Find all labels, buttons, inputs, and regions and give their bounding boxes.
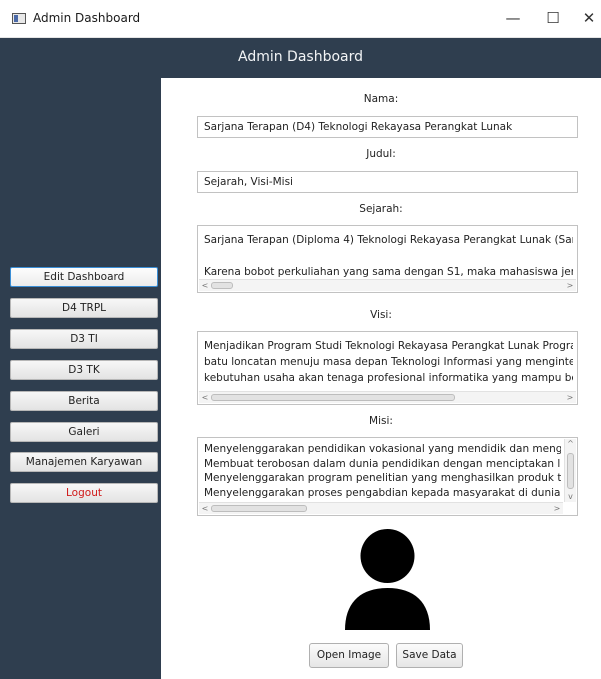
text-line: kebutuhan usaha akan tenaga profesional … xyxy=(204,372,573,384)
nama-label: Nama: xyxy=(363,93,399,105)
visi-textarea[interactable]: Menjadikan Program Studi Teknologi Rekay… xyxy=(197,331,578,405)
save-data-button[interactable]: Save Data xyxy=(396,643,463,668)
sejarah-label: Sejarah: xyxy=(359,203,403,215)
horizontal-scrollbar[interactable]: < > xyxy=(199,502,563,514)
sidebar-item-logout[interactable]: Logout xyxy=(10,483,158,503)
scroll-right-icon[interactable]: > xyxy=(565,392,575,403)
visi-text: Menjadikan Program Studi Teknologi Rekay… xyxy=(204,338,573,386)
sejarah-text: Sarjana Terapan (Diploma 4) Teknologi Re… xyxy=(204,232,573,280)
text-line: Menjadikan Program Studi Teknologi Rekay… xyxy=(204,340,573,352)
nama-field[interactable] xyxy=(197,116,578,138)
scroll-right-icon[interactable]: > xyxy=(565,280,575,291)
scroll-left-icon[interactable]: < xyxy=(200,503,210,514)
sidebar: Edit Dashboard D4 TRPL D3 TI D3 TK Berit… xyxy=(0,78,161,679)
user-silhouette-icon xyxy=(345,529,430,630)
sidebar-item-galeri[interactable]: Galeri xyxy=(10,422,158,442)
sidebar-item-d3-ti[interactable]: D3 TI xyxy=(10,329,158,349)
sidebar-item-manajemen-karyawan[interactable]: Manajemen Karyawan xyxy=(10,452,158,472)
scroll-thumb[interactable] xyxy=(211,394,455,401)
sejarah-textarea[interactable]: Sarjana Terapan (Diploma 4) Teknologi Re… xyxy=(197,225,578,293)
sidebar-item-edit-dashboard[interactable]: Edit Dashboard xyxy=(10,267,158,287)
open-image-button[interactable]: Open Image xyxy=(309,643,389,668)
misi-textarea[interactable]: Menyelenggarakan pendidikan vokasional y… xyxy=(197,437,578,516)
window-app-icon xyxy=(12,13,26,24)
scroll-thumb[interactable] xyxy=(567,453,574,489)
text-line: Membuat terobosan dalam dunia pendidikan… xyxy=(204,457,561,470)
window-title: Admin Dashboard xyxy=(33,11,141,25)
sidebar-item-d3-tk[interactable]: D3 TK xyxy=(10,360,158,380)
text-line: batu loncatan menuju masa depan Teknolog… xyxy=(204,356,573,368)
main-form: Nama: Judul: Sejarah: Sarjana Terapan (D… xyxy=(161,78,601,679)
scroll-thumb[interactable] xyxy=(211,505,307,512)
app-header: Admin Dashboard xyxy=(0,38,601,78)
sidebar-item-berita[interactable]: Berita xyxy=(10,391,158,411)
scroll-up-icon[interactable]: ^ xyxy=(565,439,576,449)
text-line: Karena bobot perkuliahan yang sama denga… xyxy=(204,266,573,278)
window-titlebar: Admin Dashboard — ☐ ✕ xyxy=(0,0,601,38)
judul-label: Judul: xyxy=(366,148,396,160)
misi-label: Misi: xyxy=(369,415,393,427)
scroll-right-icon[interactable]: > xyxy=(552,503,562,514)
scroll-left-icon[interactable]: < xyxy=(200,392,210,403)
text-line: Sarjana Terapan (Diploma 4) Teknologi Re… xyxy=(204,234,573,246)
horizontal-scrollbar[interactable]: < > xyxy=(199,391,576,403)
vertical-scrollbar[interactable]: ^ v xyxy=(564,439,576,502)
text-line: Menyelenggarakan proses pengabdian kepad… xyxy=(204,486,561,499)
close-button[interactable]: ✕ xyxy=(574,8,601,28)
scroll-thumb[interactable] xyxy=(211,282,233,289)
visi-label: Visi: xyxy=(370,309,392,321)
misi-text: Menyelenggarakan pendidikan vokasional y… xyxy=(204,442,561,500)
horizontal-scrollbar[interactable]: < > xyxy=(199,279,576,291)
sidebar-item-d4-trpl[interactable]: D4 TRPL xyxy=(10,298,158,318)
judul-field[interactable] xyxy=(197,171,578,193)
header-title: Admin Dashboard xyxy=(237,49,364,65)
text-line: Menyelenggarakan program penelitian yang… xyxy=(204,472,561,484)
scroll-left-icon[interactable]: < xyxy=(200,280,210,291)
text-line xyxy=(204,248,573,264)
text-line: Menyelenggarakan pendidikan vokasional y… xyxy=(204,443,561,455)
maximize-button[interactable]: ☐ xyxy=(538,8,568,28)
profile-image xyxy=(331,522,444,635)
scroll-down-icon[interactable]: v xyxy=(565,492,576,502)
minimize-button[interactable]: — xyxy=(498,8,528,28)
